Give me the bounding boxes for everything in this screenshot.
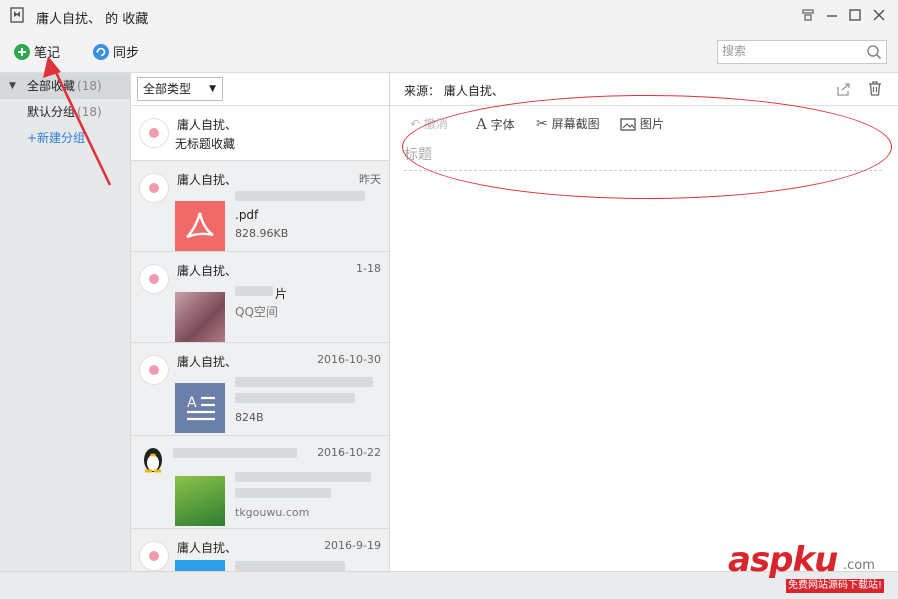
item-date: 昨天	[359, 173, 381, 186]
share-icon[interactable]	[836, 81, 852, 97]
item-sub: QQ空间	[235, 305, 278, 319]
annotation-arrow	[43, 56, 112, 186]
item-date: 2016-10-22	[317, 446, 381, 459]
window-title: 庸人自扰、 的 收藏	[36, 12, 149, 27]
blurred-text	[235, 561, 345, 571]
trash-icon[interactable]	[867, 80, 883, 97]
annotation-ellipse	[402, 95, 892, 199]
collection-list: 全部类型 ▼ 庸人自扰、 无标题收藏 庸人自扰、 昨天 .pdf 828.96K…	[131, 73, 390, 571]
skin-icon[interactable]	[800, 7, 816, 23]
avatar	[139, 118, 169, 148]
svg-text:A: A	[187, 395, 197, 411]
item-sub: tkgouwu.com	[235, 506, 310, 519]
item-source: 庸人自扰、	[177, 355, 238, 369]
search-input[interactable]	[722, 43, 862, 59]
avatar	[139, 355, 169, 385]
blurred-text	[235, 393, 355, 403]
search-icon[interactable]	[866, 44, 882, 60]
blurred-text	[173, 448, 297, 458]
list-item[interactable]: 2016-10-22 tkgouwu.com	[131, 436, 389, 529]
blurred-text	[235, 488, 331, 498]
document-file-icon: A	[175, 383, 225, 433]
list-item[interactable]: 庸人自扰、 1-18 片 QQ空间	[131, 252, 389, 343]
item-date: 2016-9-19	[324, 539, 381, 552]
plus-circle-icon	[14, 43, 30, 60]
watermark-suffix: .com	[843, 558, 875, 573]
item-date: 1-18	[356, 262, 381, 275]
avatar	[139, 173, 169, 203]
chevron-down-icon: ▼	[209, 84, 216, 94]
list-item[interactable]: 庸人自扰、 2016-9-19	[131, 529, 389, 571]
avatar	[139, 541, 169, 571]
blurred-text	[235, 191, 365, 201]
source-label: 来源： 庸人自扰、	[404, 84, 504, 98]
watermark-logo: aspku .com 免费网站源码下载站!	[728, 540, 893, 595]
close-icon[interactable]	[871, 7, 887, 23]
item-size: 824B	[235, 411, 264, 424]
avatar	[139, 264, 169, 294]
blurred-text	[235, 286, 273, 296]
product-thumbnail	[175, 476, 225, 526]
type-filter-value: 全部类型	[143, 82, 192, 96]
item-source: 庸人自扰、	[177, 541, 238, 555]
list-item[interactable]: 庸人自扰、 无标题收藏	[131, 106, 389, 161]
item-size: 828.96KB	[235, 227, 289, 240]
list-item[interactable]: 庸人自扰、 2016-10-30 A 824B	[131, 343, 389, 436]
item-source: 庸人自扰、	[177, 173, 238, 187]
type-filter-select[interactable]: 全部类型 ▼	[137, 77, 223, 101]
maximize-icon[interactable]	[847, 7, 863, 23]
bookmark-icon	[10, 7, 24, 23]
item-filename: .pdf	[235, 208, 259, 222]
item-title: 无标题收藏	[175, 137, 236, 151]
watermark-tagline: 免费网站源码下载站!	[786, 579, 885, 593]
minimize-icon[interactable]	[824, 7, 840, 23]
blurred-text	[235, 472, 371, 482]
item-date: 2016-10-30	[317, 353, 381, 366]
item-source: 庸人自扰、	[177, 264, 238, 278]
blurred-text	[235, 377, 373, 387]
list-item[interactable]: 庸人自扰、 昨天 .pdf 828.96KB	[131, 161, 389, 252]
caret-down-icon: ▼	[9, 81, 16, 91]
qq-penguin-icon	[141, 446, 165, 474]
search-box[interactable]	[717, 40, 887, 64]
file-thumbnail	[175, 560, 225, 571]
pdf-file-icon	[175, 201, 225, 251]
item-source: 庸人自扰、	[177, 118, 238, 132]
item-filename: 片	[275, 287, 288, 301]
watermark-brand: aspku	[728, 540, 838, 580]
photo-thumbnail	[175, 292, 225, 342]
